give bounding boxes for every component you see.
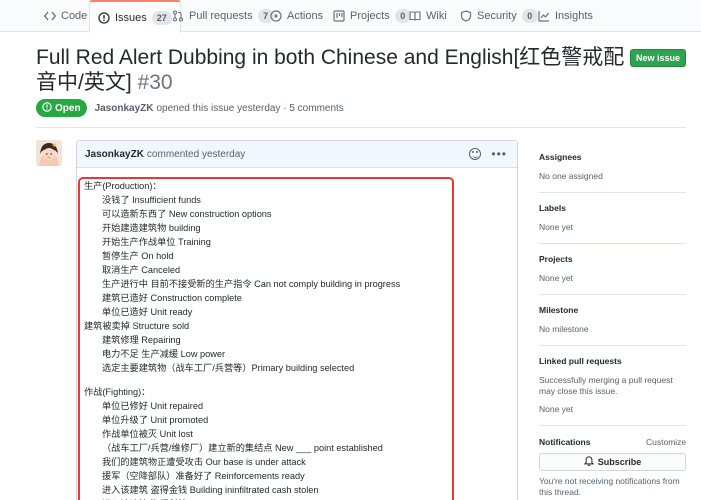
sidebar-value: No one assigned <box>539 171 603 181</box>
book-icon <box>409 10 421 22</box>
notifications-status: You're not receiving notifications from … <box>539 476 680 497</box>
comment-line: 取消生产 Canceled <box>102 265 181 275</box>
repo-nav-tabs: Code Issues 27 Pull requests 7 Actions P… <box>0 0 701 33</box>
new-issue-button[interactable]: New issue <box>630 49 686 67</box>
sidebar-title: Linked pull requests <box>539 356 622 366</box>
comment-line: 单位升级了 Unit promoted <box>102 415 209 425</box>
tab-label: Pull requests <box>189 10 253 22</box>
comment-actions: ••• <box>469 148 507 160</box>
tab-insights[interactable]: Insights <box>538 0 593 32</box>
comment-line: 进入该建筑 盗得金钱 Building ininfiltrated cash s… <box>102 485 319 495</box>
customize-link[interactable]: Customize <box>646 437 686 447</box>
comment-author-link[interactable]: JasonkayZK <box>85 149 144 160</box>
comment-line: 建筑已造好 Construction complete <box>102 293 242 303</box>
comment-line: 建筑修理 Repairing <box>102 335 181 345</box>
sidebar-milestone[interactable]: Milestone No milestone <box>539 305 686 335</box>
comment-line <box>84 375 400 385</box>
graph-icon <box>538 10 550 22</box>
tab-wiki[interactable]: Wiki <box>409 0 447 32</box>
comment-line: 我们的建筑物正遭受攻击 Our base is under attack <box>102 457 306 467</box>
tab-actions[interactable]: Actions <box>270 0 323 32</box>
tab-security[interactable]: Security 0 <box>460 0 538 32</box>
issue-meta-text: opened this issue yesterday · 5 comments <box>156 102 344 114</box>
comment-line: 可以造新东西了 New construction options <box>102 209 272 219</box>
issue-opened-icon <box>42 102 52 114</box>
comment-line: 单位已修好 Unit repaired <box>102 401 204 411</box>
tab-pull-requests[interactable]: Pull requests 7 <box>172 0 274 32</box>
tab-label: Actions <box>287 10 324 22</box>
issue-state-label: Open <box>55 102 81 114</box>
comment-line: 援军（空降部队）准备好了 Reinforcements ready <box>102 471 305 481</box>
comment-line: 单位已造好 Unit ready <box>102 307 193 317</box>
tab-label: Security <box>477 10 517 22</box>
sidebar-description: Successfully merging a pull request may … <box>539 375 673 396</box>
divider <box>539 294 686 295</box>
divider <box>539 243 686 244</box>
divider <box>539 192 686 193</box>
sidebar-title: Assignees <box>539 152 582 162</box>
divider <box>539 345 686 346</box>
comment-line: 作战单位被灭 Unit lost <box>102 429 193 439</box>
comment-line: 暂停生产 On hold <box>102 251 174 261</box>
tab-code[interactable]: Code <box>44 0 87 32</box>
issue-title-text: Full Red Alert Dubbing in both Chinese a… <box>36 46 625 94</box>
security-counter: 0 <box>521 9 538 23</box>
avatar[interactable] <box>36 140 62 166</box>
sidebar-title: Labels <box>539 203 566 213</box>
comment-line: 作战(Fighting)： <box>84 387 151 397</box>
comment-header: JasonkayZK commented yesterday ••• <box>77 141 517 168</box>
subscribe-button[interactable]: Subscribe <box>539 453 686 471</box>
tab-label: Insights <box>555 10 593 22</box>
subscribe-label: Subscribe <box>597 457 642 467</box>
smiley-icon[interactable] <box>469 148 482 160</box>
kebab-horizontal-icon[interactable]: ••• <box>491 148 507 160</box>
sidebar-labels[interactable]: Labels None yet <box>539 203 686 233</box>
issue-state-badge: Open <box>36 99 87 117</box>
comment-line: 电力不足 生产减缓 Low power <box>102 349 226 359</box>
sidebar-value: No milestone <box>539 324 589 334</box>
sidebar-assignees[interactable]: Assignees No one assigned <box>539 152 686 182</box>
comment-line: 生产进行中 目前不接受新的生产指令 Can not comply buildin… <box>102 279 401 289</box>
sidebar-value: None yet <box>539 273 574 283</box>
project-icon <box>333 10 345 22</box>
issue-title: Full Red Alert Dubbing in both Chinese a… <box>36 45 626 95</box>
comment-line: 开始建造建筑物 building <box>102 223 201 233</box>
sidebar-value: None yet <box>539 404 574 414</box>
comment-line: 选定主要建筑物（战车工厂/兵营等）Primary building select… <box>102 363 355 373</box>
divider <box>36 127 686 128</box>
sidebar-value: None yet <box>539 222 574 232</box>
comment-line: 生产(Production)： <box>84 181 162 191</box>
tab-label: Code <box>61 10 88 22</box>
comment-box: JasonkayZK commented yesterday ••• 生产(Pr… <box>76 140 518 500</box>
tab-label: Issues <box>115 11 147 24</box>
issue-opened-icon <box>98 11 110 24</box>
play-icon <box>270 10 282 22</box>
sidebar-projects[interactable]: Projects None yet <box>539 254 686 284</box>
tab-label: Projects <box>350 10 390 22</box>
issue-meta: Open JasonkayZK opened this issue yester… <box>36 99 344 117</box>
divider <box>539 425 686 426</box>
tab-projects[interactable]: Projects 0 <box>333 0 411 32</box>
sidebar-linked-pull-requests[interactable]: Linked pull requests Successfully mergin… <box>539 356 686 415</box>
comment-timestamp[interactable]: commented yesterday <box>147 149 245 160</box>
comment-body: 生产(Production)： 没钱了 Insufficient funds 可以造… <box>84 179 400 500</box>
sidebar-title: Projects <box>539 254 573 264</box>
comment-line: （战车工厂/兵营/维修厂）建立新的集结点 New ___ point estab… <box>102 443 383 453</box>
issues-counter: 27 <box>151 10 172 25</box>
code-icon <box>44 10 56 22</box>
sidebar-title: Milestone <box>539 305 579 315</box>
issue-author-link[interactable]: JasonkayZK <box>95 103 154 114</box>
bell-icon <box>583 456 595 468</box>
comment-line: 建筑被卖掉 Structure sold <box>84 321 190 331</box>
issue-number: #30 <box>137 71 173 94</box>
tab-issues[interactable]: Issues 27 <box>89 0 181 33</box>
shield-icon <box>460 10 472 22</box>
git-pull-request-icon <box>172 10 184 22</box>
tab-label: Wiki <box>426 10 447 22</box>
comment-line: 没钱了 Insufficient funds <box>102 195 201 205</box>
comment-line: 开始生产作战单位 Training <box>102 237 211 247</box>
